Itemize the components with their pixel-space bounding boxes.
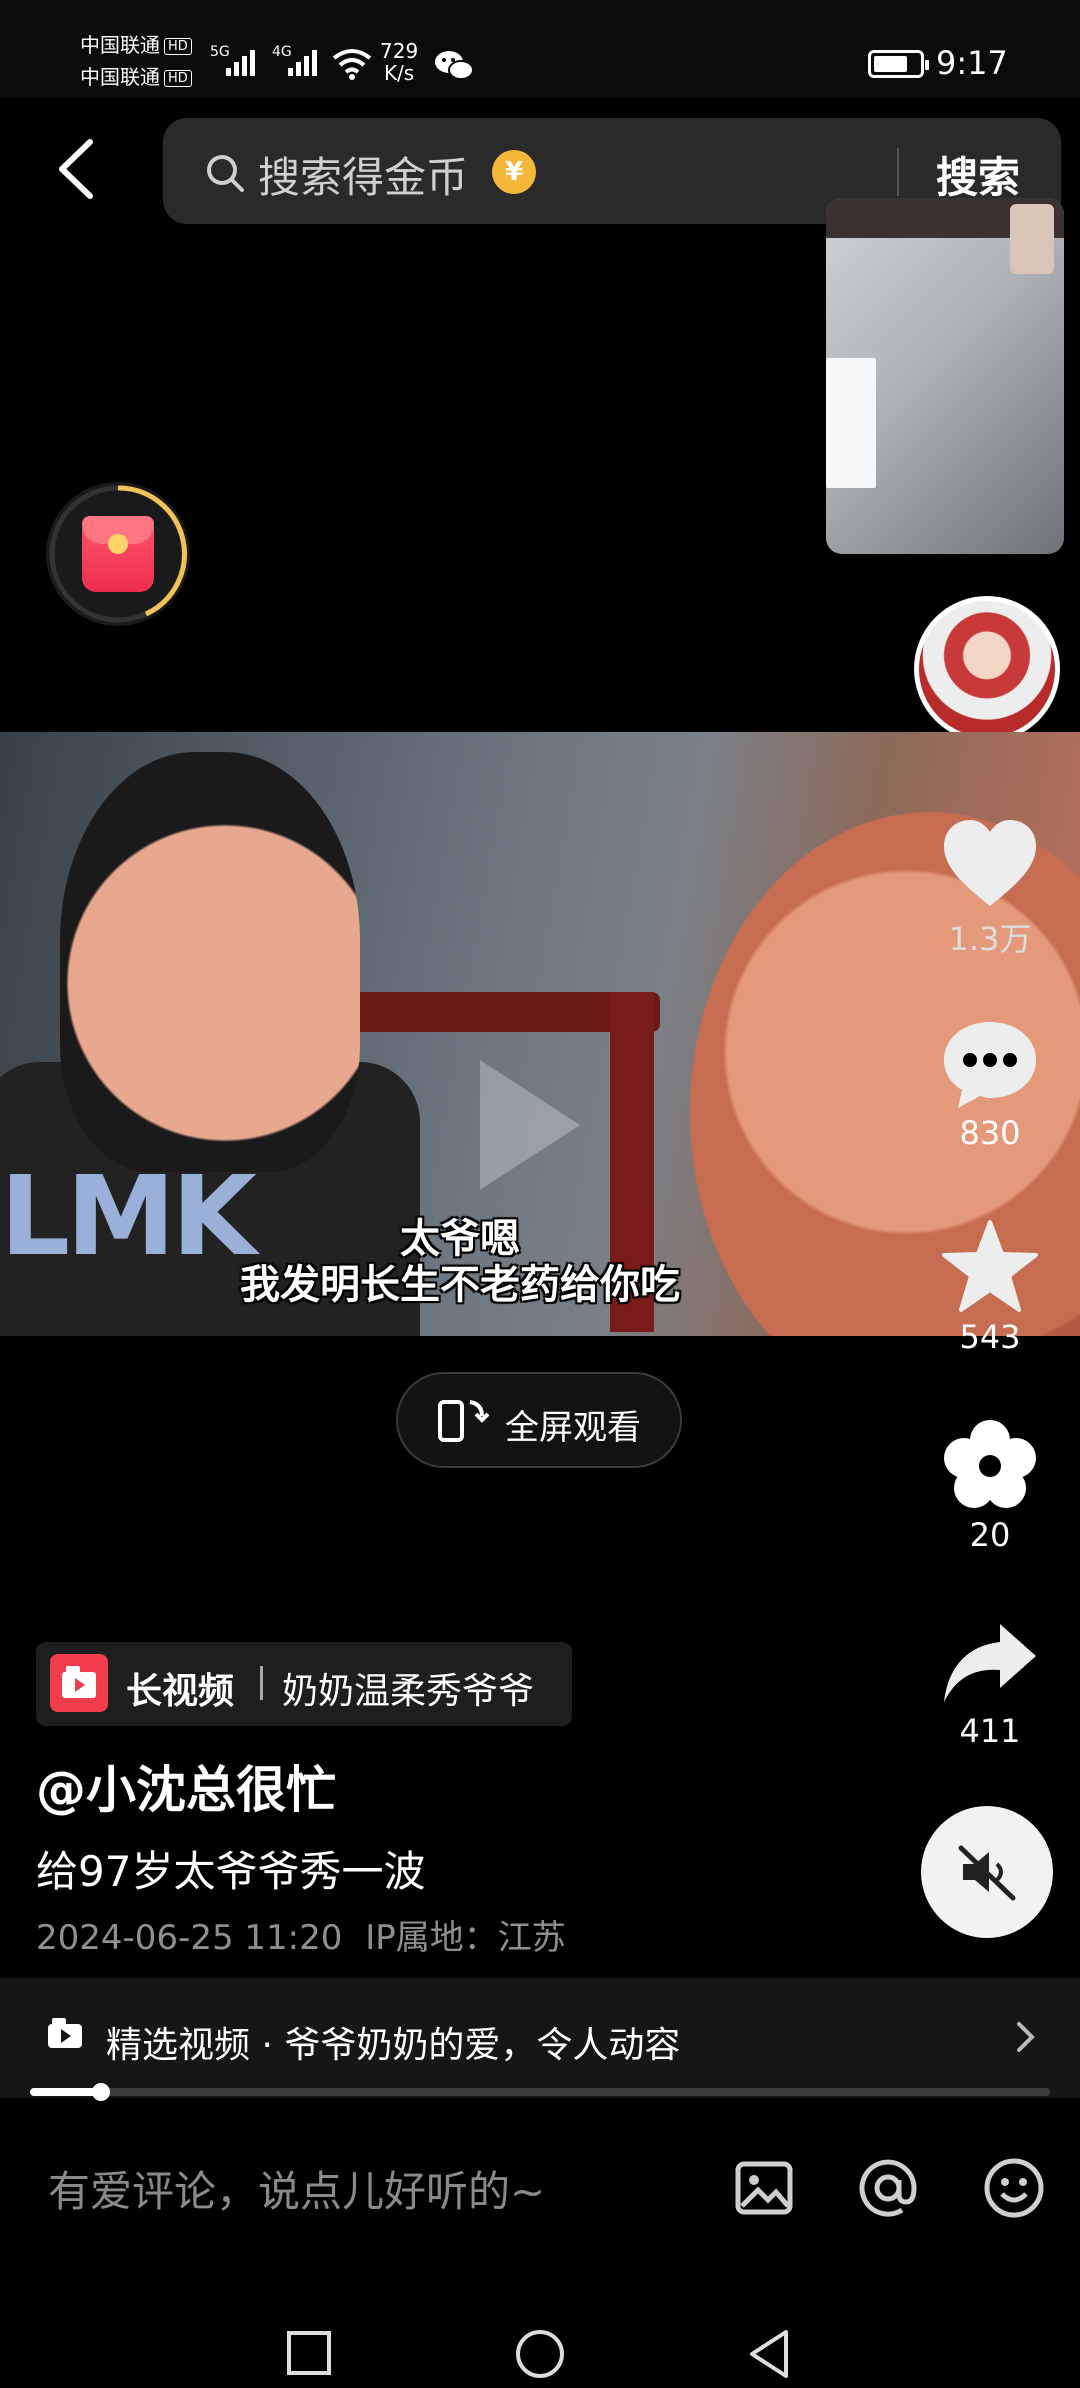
heart-icon bbox=[944, 820, 1036, 906]
fullscreen-label: 全屏观看 bbox=[505, 1408, 641, 1448]
emoji-icon[interactable] bbox=[982, 2156, 1046, 2220]
mute-button[interactable] bbox=[921, 1806, 1053, 1938]
system-nav-bar bbox=[0, 2290, 1080, 2388]
net-speed-unit: K/s bbox=[383, 61, 415, 85]
hd-badge: HD bbox=[164, 38, 192, 55]
image-icon[interactable] bbox=[732, 2156, 796, 2220]
flower-count: 20 bbox=[969, 1516, 1011, 1554]
gold-coin-icon: ¥ bbox=[492, 150, 536, 194]
chat-bubble-icon bbox=[944, 1022, 1036, 1108]
like-count: 1.3万 bbox=[948, 920, 1032, 958]
recent-apps-button[interactable] bbox=[286, 2330, 332, 2376]
pip-window-light bbox=[826, 358, 876, 488]
collection-text: 精选视频 · 爷爷奶奶的爱，令人动容 bbox=[106, 2025, 681, 2066]
wifi-icon bbox=[332, 49, 372, 80]
net-speed-value: 729 bbox=[380, 39, 419, 63]
envelope-seal bbox=[108, 534, 128, 554]
back-button[interactable] bbox=[746, 2328, 792, 2380]
tag-separator bbox=[260, 1666, 263, 1700]
battery-icon bbox=[868, 50, 929, 78]
net-speed: 729 K/s bbox=[380, 40, 418, 84]
long-video-icon bbox=[50, 1654, 108, 1712]
carrier-2: 中国联通 HD bbox=[80, 66, 192, 88]
chevron-right-icon[interactable] bbox=[1014, 2020, 1038, 2054]
star-icon bbox=[942, 1220, 1038, 1312]
hd-badge: HD bbox=[164, 70, 192, 87]
publish-datetime: 2024-06-25 11:20 bbox=[36, 1918, 343, 1958]
status-bar: 中国联通 HD 中国联通 HD 5G 4G 729 K/s 9:17 bbox=[0, 0, 1080, 98]
video-boy-figure bbox=[60, 752, 360, 1172]
share-button[interactable]: 411 bbox=[930, 1618, 1050, 1750]
signal-icon bbox=[226, 50, 255, 76]
search-input[interactable]: 搜索得金币 bbox=[258, 144, 468, 205]
play-icon[interactable] bbox=[460, 1050, 590, 1200]
picture-in-picture-window[interactable] bbox=[826, 198, 1064, 554]
video-description: 给97岁太爷爷秀一波 bbox=[36, 1847, 426, 1896]
video-folder-icon bbox=[62, 1666, 96, 1698]
flower-button[interactable]: 20 bbox=[930, 1416, 1050, 1554]
author-avatar[interactable] bbox=[914, 596, 1060, 742]
pip-person bbox=[1010, 204, 1054, 274]
favorite-button[interactable]: 543 bbox=[930, 1218, 1050, 1356]
progress-track[interactable] bbox=[30, 2088, 1050, 2096]
back-arrow-icon[interactable] bbox=[50, 134, 110, 204]
share-arrow-icon bbox=[944, 1624, 1036, 1702]
progress-fill bbox=[30, 2088, 101, 2096]
search-divider bbox=[897, 148, 899, 196]
rotate-phone-icon bbox=[438, 1400, 490, 1442]
at-icon[interactable] bbox=[856, 2156, 920, 2220]
battery-fill bbox=[874, 56, 907, 72]
red-packet-button[interactable] bbox=[46, 482, 190, 626]
comment-button[interactable]: 830 bbox=[930, 1018, 1050, 1152]
signal-icon-2 bbox=[288, 50, 317, 76]
wechat-icon bbox=[435, 51, 474, 80]
comment-input[interactable]: 有爱评论，说点儿好听的~ bbox=[48, 2158, 545, 2219]
like-button[interactable]: 1.3万 bbox=[930, 818, 1050, 960]
tag-label: 长视频 bbox=[126, 1671, 235, 1712]
speaker-muted-icon bbox=[958, 1845, 1016, 1901]
clock: 9:17 bbox=[936, 44, 1008, 82]
video-meta: 2024-06-25 11:20 IP属地：江苏 bbox=[36, 1910, 566, 1959]
share-count: 411 bbox=[959, 1712, 1021, 1750]
flower-icon bbox=[944, 1420, 1036, 1508]
ip-location: IP属地：江苏 bbox=[365, 1918, 566, 1958]
carrier-1-label: 中国联通 bbox=[80, 33, 160, 57]
search-icon bbox=[207, 155, 244, 192]
favorite-count: 543 bbox=[959, 1318, 1021, 1356]
search-button[interactable]: 搜索 bbox=[936, 144, 1020, 205]
tag-title: 奶奶温柔秀爷爷 bbox=[282, 1671, 535, 1712]
red-envelope-icon bbox=[82, 516, 154, 592]
video-collection-icon bbox=[48, 2018, 82, 2048]
comment-count: 830 bbox=[959, 1114, 1021, 1152]
carrier-1: 中国联通 HD bbox=[80, 34, 192, 56]
author-name[interactable]: @小沈总很忙 bbox=[36, 1750, 336, 1822]
home-button[interactable] bbox=[514, 2328, 566, 2380]
progress-knob[interactable] bbox=[92, 2083, 110, 2101]
video-subtitle-line-2: 我发明长生不老药给你吃 bbox=[240, 1262, 680, 1308]
carrier-2-label: 中国联通 bbox=[80, 65, 160, 89]
